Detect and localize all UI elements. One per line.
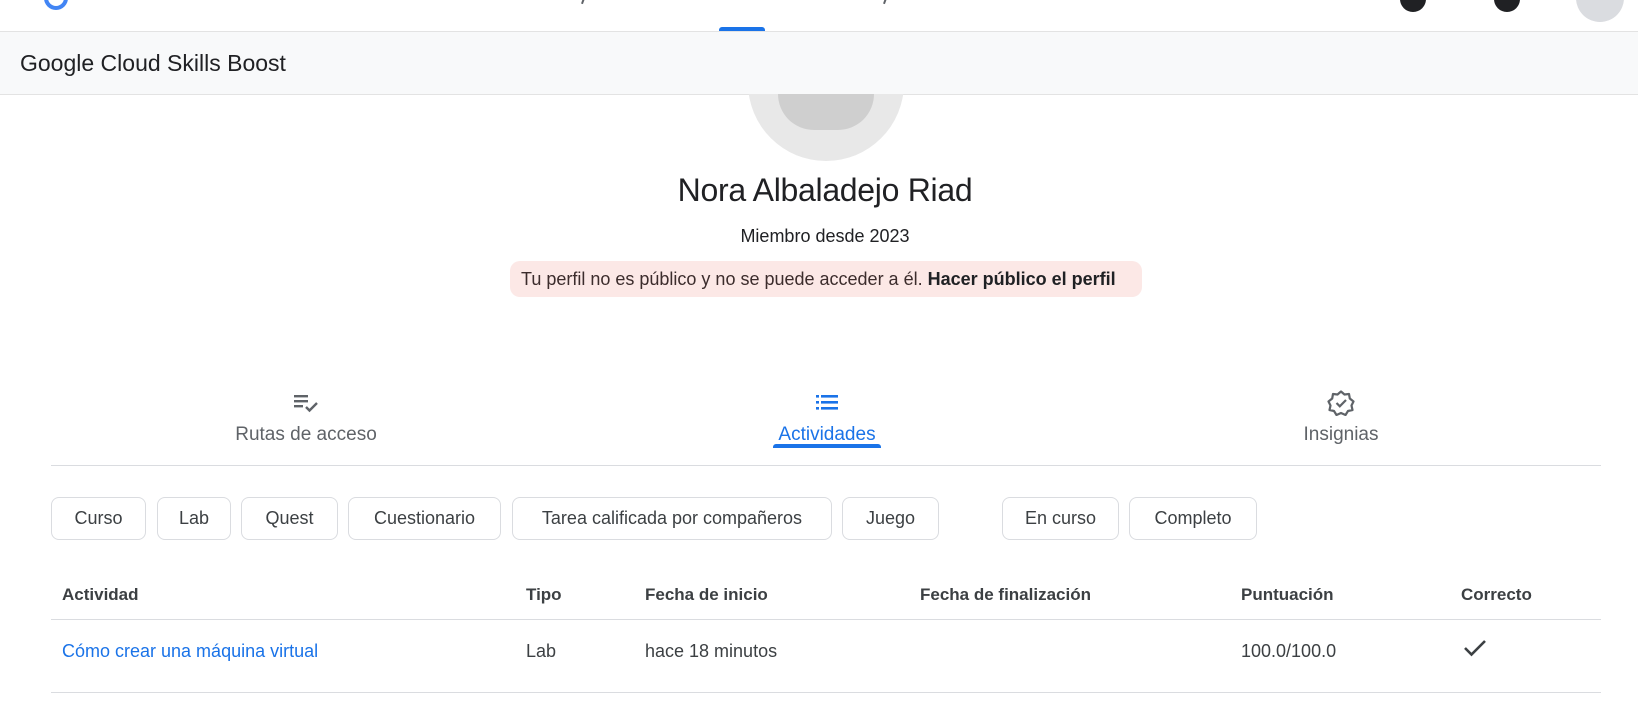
nav-item-fragment [883, 0, 887, 5]
nav-item-fragment [581, 0, 585, 5]
filter-chip-lab[interactable]: Lab [157, 497, 231, 540]
activity-score: 100.0/100.0 [1241, 641, 1337, 661]
activity-type: Lab [526, 641, 557, 661]
account-avatar[interactable] [1576, 0, 1624, 22]
list-icon [816, 395, 838, 410]
tab-label: Rutas de acceso [235, 424, 377, 445]
filter-chip-cuestionario[interactable]: Cuestionario [348, 497, 501, 540]
top-navbar [0, 0, 1638, 32]
help-icon[interactable] [1400, 0, 1426, 12]
notice-text: Tu perfil no es público y no se puede ac… [521, 269, 923, 289]
tab-label: Insignias [1303, 424, 1379, 445]
column-header-fecha-inicio[interactable]: Fecha de inicio [645, 585, 768, 605]
check-icon [1464, 640, 1486, 657]
profile-avatar [748, 94, 904, 161]
notifications-icon[interactable] [1494, 0, 1520, 12]
filter-chip-juego[interactable]: Juego [842, 497, 939, 540]
table-header: Actividad Tipo Fecha de inicio Fecha de … [51, 575, 1601, 620]
column-header-fecha-finalizacion[interactable]: Fecha de finalización [920, 585, 1091, 605]
column-header-tipo[interactable]: Tipo [526, 585, 562, 605]
table-row: Cómo crear una máquina virtual Lab hace … [51, 620, 1601, 693]
activity-start-date: hace 18 minutos [645, 641, 778, 661]
column-header-correcto[interactable]: Correcto [1461, 585, 1532, 605]
verified-badge-icon [1327, 390, 1355, 416]
subheader-bar: Google Cloud Skills Boost [0, 32, 1638, 95]
page-title: Google Cloud Skills Boost [20, 50, 286, 76]
private-profile-notice: Tu perfil no es público y no se puede ac… [510, 261, 1142, 297]
filter-chip-curso[interactable]: Curso [51, 497, 146, 540]
tab-actividades[interactable]: Actividades [773, 390, 881, 448]
column-header-actividad[interactable]: Actividad [62, 585, 139, 605]
make-profile-public-link[interactable]: Hacer público el perfil [928, 269, 1116, 289]
tab-rutas-de-acceso[interactable]: Rutas de acceso [226, 390, 386, 446]
filter-chip-completo[interactable]: Completo [1129, 497, 1257, 540]
filter-chip-en-curso[interactable]: En curso [1002, 497, 1119, 540]
activity-link[interactable]: Cómo crear una máquina virtual [62, 641, 318, 662]
profile-name: Nora Albaladejo Riad [677, 172, 973, 208]
profile-tabs: Rutas de acceso Actividades Insignias [51, 390, 1601, 466]
tab-label: Actividades [778, 424, 876, 445]
filter-chip-quest[interactable]: Quest [241, 497, 338, 540]
google-logo-icon[interactable] [44, 0, 68, 10]
active-tab-indicator [773, 444, 881, 448]
member-since: Miembro desde 2023 [740, 226, 910, 246]
tab-insignias[interactable]: Insignias [1288, 390, 1394, 446]
column-header-puntuacion[interactable]: Puntuación [1241, 585, 1334, 605]
checklist-icon [294, 395, 318, 413]
profile-avatar-area [0, 94, 1638, 161]
nav-active-indicator [719, 27, 765, 31]
activities-table: Actividad Tipo Fecha de inicio Fecha de … [51, 575, 1601, 693]
filter-chip-tarea-calificada[interactable]: Tarea calificada por compañeros [512, 497, 832, 540]
